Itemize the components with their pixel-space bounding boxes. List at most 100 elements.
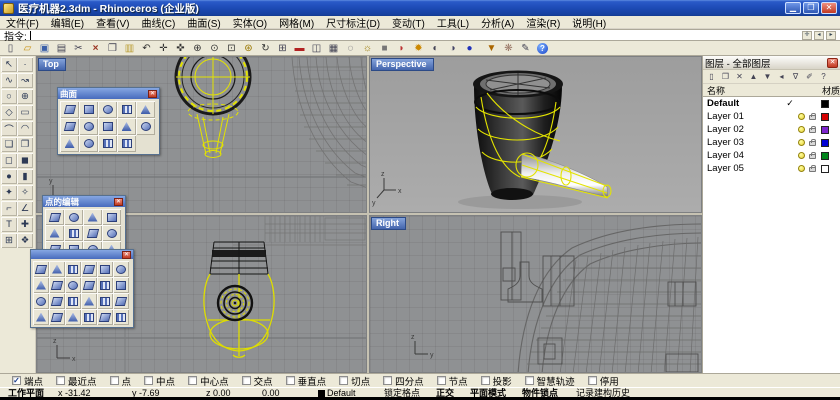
sketch-curve-icon[interactable]: ↝ bbox=[17, 73, 33, 88]
surface-from-curves-icon[interactable] bbox=[79, 101, 98, 118]
menu-view[interactable]: 查看(V) bbox=[90, 15, 135, 30]
viewport-perspective[interactable]: Perspective bbox=[369, 56, 702, 213]
menu-render[interactable]: 渲染(R) bbox=[520, 15, 566, 30]
current-layer-pane[interactable]: Default bbox=[318, 388, 384, 398]
layer-color-swatch[interactable] bbox=[821, 165, 829, 173]
floating-toolbar-3-titlebar[interactable]: ✕ bbox=[31, 250, 133, 259]
floating-toolbar-surface-titlebar[interactable]: 曲面 ✕ bbox=[58, 88, 159, 99]
transform-icon-6[interactable] bbox=[113, 261, 129, 277]
layer-row-01[interactable]: Layer 01 bbox=[703, 110, 840, 123]
cylinder-tool-icon[interactable]: ▮ bbox=[17, 169, 33, 184]
close-icon[interactable]: ✕ bbox=[122, 251, 131, 259]
circle-diameter-icon[interactable]: ⊕ bbox=[17, 89, 33, 104]
surface-drape-icon[interactable] bbox=[60, 135, 79, 152]
command-input[interactable] bbox=[27, 30, 802, 40]
command-popup-icon[interactable]: ✛ bbox=[802, 31, 812, 40]
viewport-perspective-label[interactable]: Perspective bbox=[371, 58, 434, 71]
surface-revolve-icon[interactable] bbox=[98, 101, 117, 118]
close-icon[interactable]: ✕ bbox=[148, 90, 157, 98]
layer-visibility-bulb-icon[interactable] bbox=[798, 139, 805, 146]
point-tool-icon[interactable]: ∙ bbox=[17, 57, 33, 72]
maximize-button[interactable]: ❐ bbox=[803, 2, 819, 14]
point-edit-icon-1[interactable] bbox=[45, 209, 64, 225]
boolean-difference-icon[interactable]: ✧ bbox=[17, 185, 33, 200]
paste-icon[interactable]: ▥ bbox=[121, 42, 138, 55]
cut-icon[interactable]: ✂ bbox=[70, 42, 87, 55]
sphere-tool-icon[interactable]: ● bbox=[1, 169, 17, 184]
menu-help[interactable]: 说明(H) bbox=[566, 15, 612, 30]
menu-edit[interactable]: 编辑(E) bbox=[45, 15, 90, 30]
layer-visibility-bulb-icon[interactable] bbox=[798, 152, 805, 159]
print-icon[interactable]: ▤ bbox=[53, 42, 70, 55]
move-view-icon[interactable]: ✜ bbox=[172, 42, 189, 55]
layer-lock-icon[interactable] bbox=[809, 167, 816, 172]
layer-visibility-bulb-icon[interactable] bbox=[798, 126, 805, 133]
layer-name-column-header[interactable]: 名称 bbox=[703, 84, 822, 97]
menu-curve[interactable]: 曲线(C) bbox=[135, 15, 181, 30]
lock-icon[interactable]: ■ bbox=[376, 42, 393, 55]
circle-tool-icon[interactable]: ○ bbox=[1, 89, 17, 104]
point-edit-icon-8[interactable] bbox=[102, 225, 121, 241]
viewport-layout-icon[interactable]: ⊞ bbox=[274, 42, 291, 55]
lamp-icon[interactable]: ☼ bbox=[359, 42, 376, 55]
surface-offset-icon[interactable] bbox=[79, 135, 98, 152]
point-edit-icon-3[interactable] bbox=[83, 209, 102, 225]
delete-layer-icon[interactable]: ✕ bbox=[733, 71, 746, 83]
expand-layers-icon[interactable]: ◂ bbox=[775, 71, 788, 83]
point-edit-icon-2[interactable] bbox=[64, 209, 83, 225]
boolean-union-icon[interactable]: ✦ bbox=[1, 185, 17, 200]
layer-lock-icon[interactable] bbox=[809, 115, 816, 120]
text-tool-icon[interactable]: T bbox=[1, 217, 17, 232]
shade-icon[interactable]: ◗ bbox=[393, 42, 410, 55]
cplane-icon[interactable]: ▦ bbox=[325, 42, 342, 55]
rectangle-tool-icon[interactable]: ▭ bbox=[17, 105, 33, 120]
fillet-tool-icon[interactable]: ⌐ bbox=[1, 201, 17, 216]
move-layer-down-icon[interactable]: ▼ bbox=[761, 71, 774, 83]
render-wheel-icon[interactable]: ✹ bbox=[410, 42, 427, 55]
menu-tools[interactable]: 工具(L) bbox=[431, 15, 475, 30]
viewport-right-label[interactable]: Right bbox=[371, 217, 406, 230]
wireframe-display-icon[interactable]: ◐ bbox=[427, 42, 444, 55]
undo-icon[interactable]: ↶ bbox=[138, 42, 155, 55]
copy-icon[interactable]: ❐ bbox=[104, 42, 121, 55]
layer-panel-close-icon[interactable]: ✕ bbox=[827, 58, 838, 68]
transform-icon-4[interactable] bbox=[81, 261, 97, 277]
surface-sweep1-icon[interactable] bbox=[60, 118, 79, 135]
surface-sweep2-icon[interactable] bbox=[79, 118, 98, 135]
named-views-icon[interactable]: ▬ bbox=[291, 42, 308, 55]
transform-icon-17[interactable] bbox=[97, 293, 113, 309]
floating-toolbar-3[interactable]: ✕ bbox=[30, 249, 134, 328]
transform-icon-11[interactable] bbox=[97, 277, 113, 293]
transform-icon-19[interactable] bbox=[33, 309, 49, 325]
layer-row-02[interactable]: Layer 02 bbox=[703, 123, 840, 136]
surface-mesh-icon[interactable] bbox=[117, 135, 136, 152]
selection-filter-icon[interactable]: ▼ bbox=[483, 42, 500, 55]
transform-icon-16[interactable] bbox=[81, 293, 97, 309]
transform-icon-18[interactable] bbox=[113, 293, 129, 309]
save-icon[interactable]: ▣ bbox=[36, 42, 53, 55]
rotate-view-icon[interactable]: ↻ bbox=[257, 42, 274, 55]
layer-filter-icon[interactable]: ∇ bbox=[789, 71, 802, 83]
transform-icon-9[interactable] bbox=[65, 277, 81, 293]
transform-icon-2[interactable] bbox=[49, 261, 65, 277]
osnap-point[interactable]: 点 bbox=[110, 374, 132, 388]
osnap-center[interactable]: 中心点 bbox=[188, 374, 229, 388]
command-next-icon[interactable]: ▸ bbox=[826, 31, 836, 40]
surface-trim-icon[interactable] bbox=[98, 135, 117, 152]
transform-icon-23[interactable] bbox=[97, 309, 113, 325]
transform-icon-13[interactable] bbox=[33, 293, 49, 309]
transform-icon-10[interactable] bbox=[81, 277, 97, 293]
help-icon[interactable]: ? bbox=[534, 42, 551, 55]
transform-icon-15[interactable] bbox=[65, 293, 81, 309]
annotate-icon[interactable]: ✎ bbox=[517, 42, 534, 55]
zoom-icon[interactable]: ⊕ bbox=[189, 42, 206, 55]
transform-icon-22[interactable] bbox=[81, 309, 97, 325]
pan-hand-icon[interactable]: ✛ bbox=[155, 42, 172, 55]
layer-row-03[interactable]: Layer 03 bbox=[703, 136, 840, 149]
zoom-dynamic-icon[interactable]: ⊙ bbox=[206, 42, 223, 55]
chamfer-tool-icon[interactable]: ∠ bbox=[17, 201, 33, 216]
new-file-icon[interactable]: ▯ bbox=[2, 42, 19, 55]
point-edit-icon-5[interactable] bbox=[45, 225, 64, 241]
zoom-selected-icon[interactable]: ⊛ bbox=[240, 42, 257, 55]
surface-patch-icon[interactable] bbox=[98, 118, 117, 135]
